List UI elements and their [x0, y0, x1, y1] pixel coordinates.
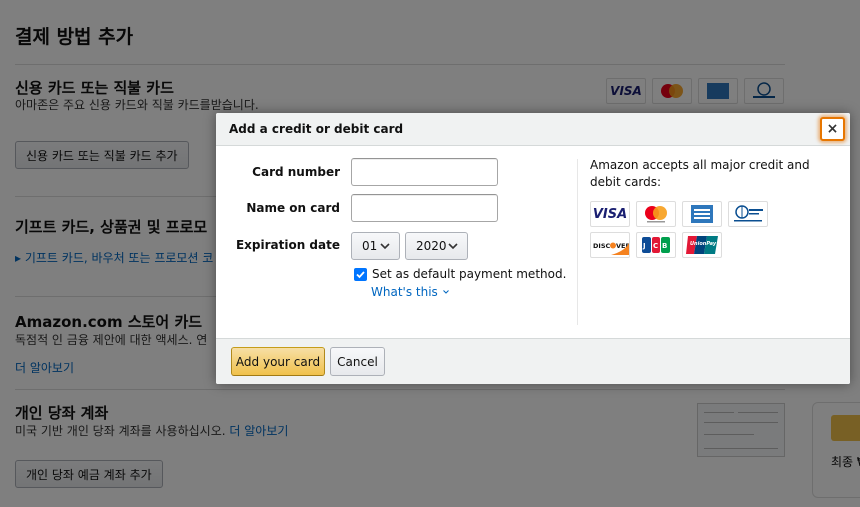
chevron-down-icon: [380, 243, 390, 250]
card-number-label: Card number: [252, 165, 340, 179]
svg-text:UnionPay: UnionPay: [690, 241, 717, 247]
expiration-month-select[interactable]: 01: [351, 232, 400, 260]
default-payment-row: Set as default payment method.: [354, 267, 566, 281]
expiration-year-value: 2020: [416, 239, 447, 253]
mastercard-logo: [636, 201, 676, 227]
svg-text:J: J: [642, 242, 646, 250]
name-on-card-label: Name on card: [246, 201, 340, 215]
svg-text:B: B: [662, 242, 667, 250]
visa-logo: VISA: [590, 201, 630, 227]
chevron-down-icon: [442, 290, 449, 294]
card-number-input[interactable]: [351, 158, 498, 186]
svg-text:DISC: DISC: [593, 242, 610, 250]
svg-text:C: C: [653, 242, 658, 250]
default-payment-checkbox[interactable]: [354, 267, 367, 281]
whats-this-label: What's this: [371, 285, 438, 299]
default-payment-label: Set as default payment method.: [372, 267, 567, 281]
accepted-cards-grid: VISA DISCVER JCB UnionPay: [590, 201, 768, 258]
accepted-cards-text: Amazon accepts all major credit and debi…: [590, 158, 810, 189]
expiration-date-label: Expiration date: [235, 238, 340, 252]
modal-header: Add a credit or debit card ×: [216, 113, 850, 146]
amex-logo: [682, 201, 722, 227]
discover-logo: DISCVER: [590, 232, 630, 258]
close-icon: ×: [826, 121, 839, 137]
unionpay-logo: UnionPay: [682, 232, 722, 258]
close-button[interactable]: ×: [820, 117, 845, 141]
add-card-modal: Add a credit or debit card × Card number…: [216, 113, 850, 384]
add-your-card-button[interactable]: Add your card: [231, 347, 325, 376]
jcb-logo: JCB: [636, 232, 676, 258]
diners-club-logo: [728, 201, 768, 227]
chevron-down-icon: [448, 243, 458, 250]
name-on-card-input[interactable]: [351, 194, 498, 222]
whats-this-link[interactable]: What's this: [371, 285, 450, 299]
expiration-month-value: 01: [362, 239, 378, 253]
vertical-divider: [577, 159, 578, 325]
modal-footer: Add your card Cancel: [216, 338, 850, 384]
expiration-year-select[interactable]: 2020: [405, 232, 468, 260]
cancel-button[interactable]: Cancel: [330, 347, 385, 376]
modal-title: Add a credit or debit card: [229, 122, 404, 136]
checkmark-icon: [356, 270, 365, 278]
